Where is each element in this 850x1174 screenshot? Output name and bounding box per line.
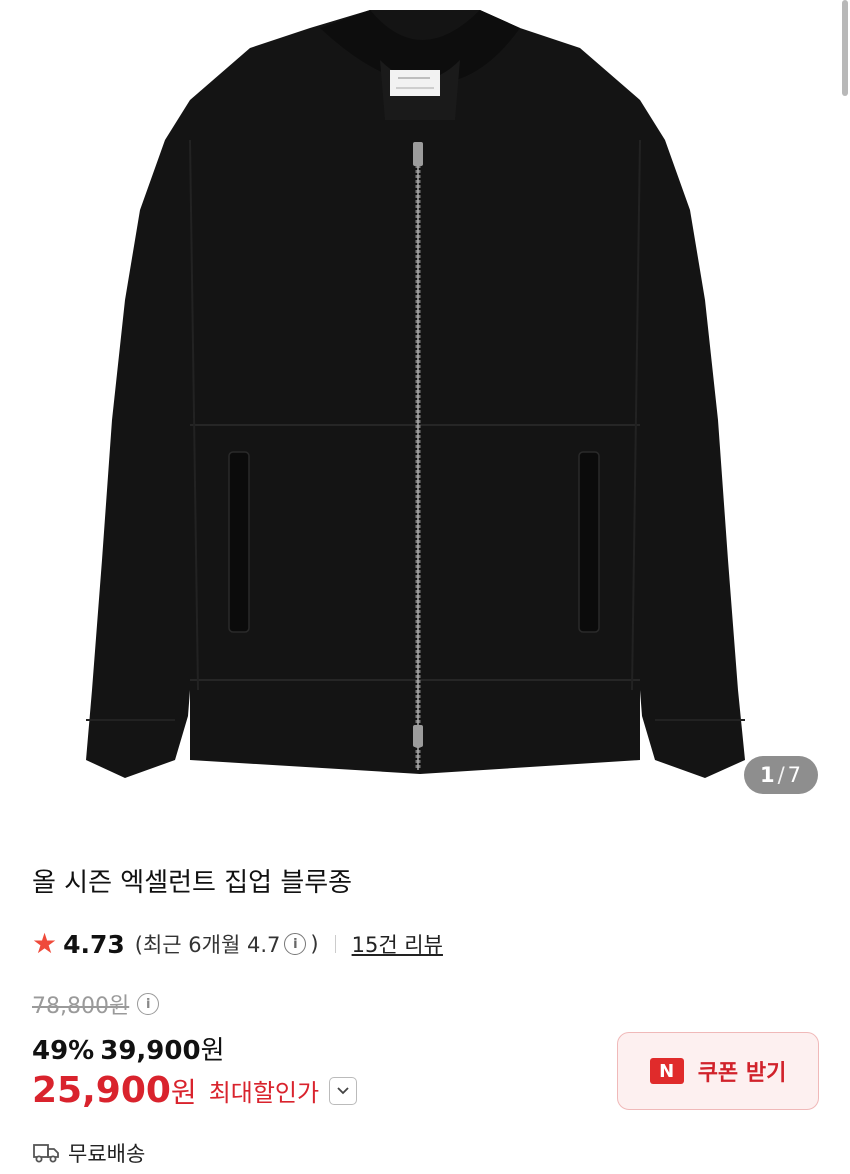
best-price: 25,900원 bbox=[32, 1070, 197, 1111]
reviews-link[interactable]: 15건 리뷰 bbox=[352, 929, 443, 959]
scrollbar[interactable] bbox=[842, 0, 848, 96]
jacket-image bbox=[86, 10, 745, 778]
image-counter-current: 1 bbox=[759, 763, 776, 787]
star-icon: ★ bbox=[32, 927, 58, 960]
sale-price-row: 49% 39,900 원 bbox=[32, 1030, 225, 1067]
original-price: 78,800원 bbox=[32, 994, 130, 1019]
price-info-icon[interactable]: i bbox=[137, 993, 160, 1015]
product-image-gallery[interactable]: 1/7 bbox=[0, 0, 850, 832]
sale-price: 39,900 bbox=[100, 1036, 201, 1066]
image-counter-separator: / bbox=[777, 763, 786, 787]
recent-rating: (최근 6개월 4.7 i ) bbox=[135, 929, 319, 959]
image-counter: 1/7 bbox=[744, 756, 818, 794]
original-price-row: 78,800원 i bbox=[32, 988, 163, 1020]
coupon-label: 쿠폰 받기 bbox=[697, 1061, 787, 1086]
best-price-row: 25,900원 최대할인가 bbox=[32, 1070, 358, 1111]
divider bbox=[334, 935, 336, 953]
product-title: 올 시즌 엑셀런트 집업 블루종 bbox=[32, 868, 353, 898]
n-badge-icon: N bbox=[649, 1058, 684, 1084]
shipping-row: 무료배송 bbox=[32, 1138, 145, 1168]
chevron-down-icon bbox=[337, 1086, 349, 1094]
shipping-label: 무료배송 bbox=[68, 1142, 146, 1166]
rating-score: 4.73 bbox=[63, 929, 125, 959]
best-price-label: 최대할인가 bbox=[208, 1079, 320, 1107]
truck-icon bbox=[33, 1144, 59, 1163]
recent-rating-close: ) bbox=[310, 932, 319, 956]
recent-rating-text: (최근 6개월 4.7 bbox=[134, 933, 281, 957]
best-price-unit: 원 bbox=[170, 1076, 197, 1109]
best-price-value: 25,900 bbox=[32, 1070, 171, 1111]
rating-row: ★ 4.73 (최근 6개월 4.7 i ) 15건 리뷰 bbox=[32, 928, 443, 960]
info-icon[interactable]: i bbox=[284, 933, 307, 955]
image-counter-total: 7 bbox=[787, 763, 803, 787]
sale-price-unit: 원 bbox=[200, 1036, 225, 1066]
discount-rate: 49% bbox=[32, 1036, 95, 1066]
expand-discount-button[interactable] bbox=[329, 1076, 358, 1105]
coupon-button[interactable]: N 쿠폰 받기 bbox=[617, 1032, 819, 1110]
